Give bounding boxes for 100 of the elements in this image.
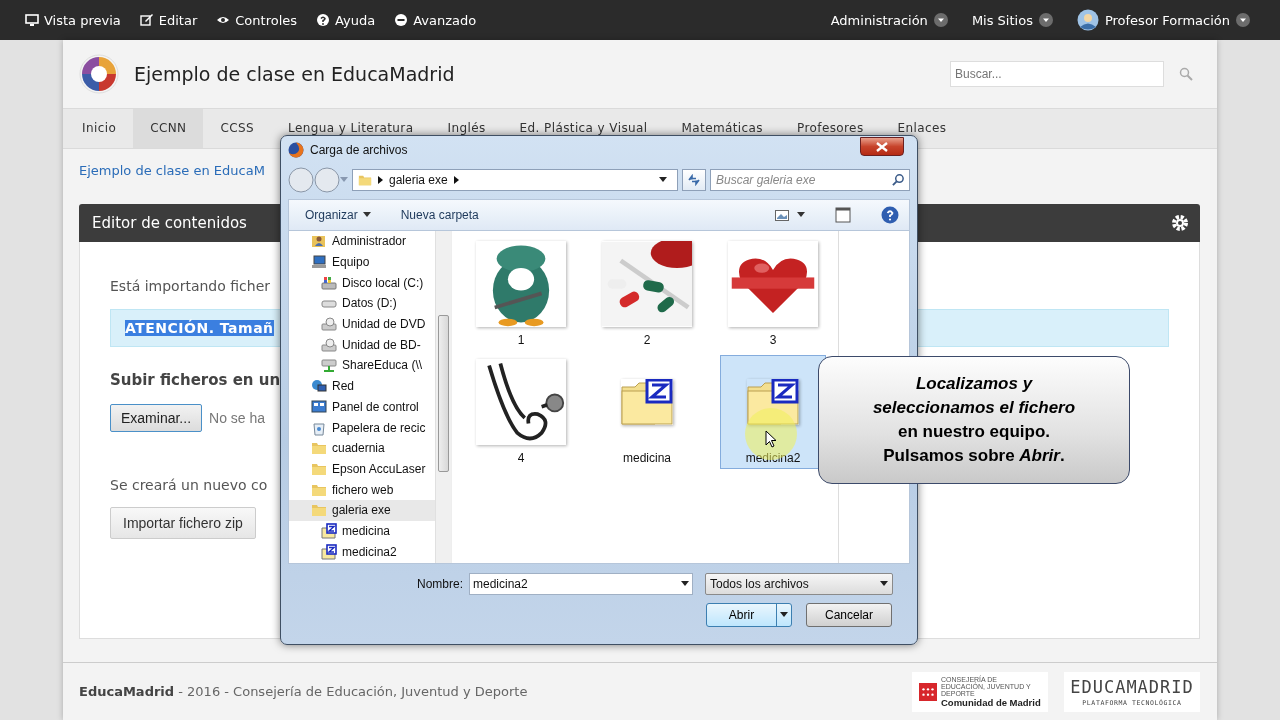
intro-text: Está importando ficher: [110, 278, 270, 295]
tree-item[interactable]: medicina2: [289, 541, 435, 562]
chevron-icon: [378, 176, 383, 184]
upload-heading: Subir ficheros en un: [110, 371, 281, 390]
tree-item[interactable]: Papelera de recic: [289, 417, 435, 438]
zip-file-icon: [321, 543, 337, 560]
network-icon: [311, 378, 327, 395]
nav-tab[interactable]: Inicio: [65, 109, 134, 148]
caret-icon[interactable]: [1038, 13, 1053, 27]
file-item[interactable]: 1: [468, 237, 574, 351]
tree-item[interactable]: galeria exe: [289, 499, 435, 521]
file-status: No se ha: [209, 410, 266, 427]
tree-item[interactable]: fichero web: [289, 479, 435, 500]
folder-icon: [311, 440, 327, 457]
dropdown-icon[interactable]: [780, 612, 788, 618]
path-segment[interactable]: galeria exe: [389, 173, 448, 187]
browse-button[interactable]: Examinar...: [110, 404, 203, 433]
zip-file-icon: [321, 522, 337, 539]
monitor-icon: [25, 13, 39, 27]
file-item[interactable]: 3: [720, 237, 826, 351]
tree-item[interactable]: Panel de control: [289, 396, 435, 418]
pane-icon[interactable]: [835, 207, 851, 223]
dropdown-icon[interactable]: [681, 581, 689, 587]
dialog-title: Carga de archivos: [310, 142, 408, 157]
tree-item[interactable]: Datos (D:): [289, 293, 435, 314]
tree-item[interactable]: cuadernia: [289, 437, 435, 459]
menu-link[interactable]: Vista previa: [44, 12, 121, 28]
disc-drive-icon: [321, 336, 337, 353]
minus-icon: [394, 13, 409, 27]
drive-icon: [321, 274, 337, 291]
file-name: 4: [517, 451, 525, 465]
help-icon: [316, 13, 331, 27]
import-button[interactable]: Importar fichero zip: [110, 507, 256, 540]
file-item[interactable]: medicina: [594, 355, 700, 469]
logo-icon: [79, 54, 119, 95]
user-menu[interactable]: Profesor Formación: [1104, 12, 1230, 28]
browser-icon: [288, 141, 304, 158]
menu-link[interactable]: Avanzado: [413, 12, 477, 28]
tree-item[interactable]: Administrador: [289, 231, 435, 252]
pencil-icon: [139, 13, 154, 27]
address-bar[interactable]: galeria exe: [352, 169, 678, 191]
file-name: medicina: [623, 451, 671, 465]
menu-link[interactable]: Controles: [235, 12, 298, 28]
tree-item[interactable]: Disco local (C:): [289, 272, 435, 294]
logo-text: Comunidad de Madrid: [941, 696, 1041, 708]
menu-button[interactable]: Organizar: [305, 208, 371, 222]
file-name: medicina2: [745, 451, 801, 465]
nav-tab[interactable]: CCSS: [203, 109, 272, 148]
file-item[interactable]: medicina2: [720, 355, 826, 469]
open-button[interactable]: Abrir: [706, 603, 792, 627]
panel-title: Editor de contenidos: [92, 214, 247, 233]
user-folder-icon: [311, 233, 327, 250]
close-button[interactable]: [860, 137, 904, 156]
file-item[interactable]: 4: [468, 355, 574, 469]
caret-icon[interactable]: [1236, 13, 1250, 27]
search-icon[interactable]: [892, 173, 905, 186]
tree-item[interactable]: Epson AccuLaser: [289, 458, 435, 480]
menu-link[interactable]: Mis Sitios: [971, 12, 1033, 28]
close-icon: [876, 141, 888, 152]
gear-icon[interactable]: [1171, 214, 1189, 233]
filename-field[interactable]: medicina2: [469, 573, 693, 595]
create-note: Se creará un nuevo co: [110, 477, 268, 494]
network-drive-icon: [321, 357, 337, 374]
tree-item[interactable]: Red: [289, 375, 435, 397]
tree-item[interactable]: ShareEduca (\\: [289, 355, 435, 376]
nav-tab[interactable]: Enlaces: [880, 109, 964, 148]
cancel-button[interactable]: Cancelar: [806, 603, 892, 627]
avatar-icon: [1076, 9, 1099, 31]
breadcrumb-link[interactable]: Ejemplo de clase en EducaM: [79, 163, 265, 179]
control-panel-icon: [311, 398, 327, 415]
dropdown-icon[interactable]: [880, 581, 888, 587]
caret-icon[interactable]: [797, 212, 805, 218]
nav-tab[interactable]: CCNN: [133, 109, 204, 148]
tree-item[interactable]: Equipo: [289, 251, 435, 273]
tree-item[interactable]: Unidad de DVD: [289, 313, 435, 335]
menu-link[interactable]: Ayuda: [335, 12, 376, 28]
file-name: 3: [769, 333, 777, 347]
logo-text: EDUCAMADRID: [1070, 676, 1194, 697]
zip-folder-icon: [747, 378, 799, 425]
help-icon[interactable]: [881, 206, 899, 224]
cursor-icon: [765, 430, 777, 448]
dropdown-icon[interactable]: [659, 177, 667, 183]
callout-text: Localizamos y seleccionamos el fichero en nuestro equipo. Pulsamos sobre Abrir.: [872, 373, 1076, 467]
caret-icon[interactable]: [362, 212, 371, 218]
file-type-select[interactable]: Todos los archivos: [705, 573, 893, 595]
toolbar-button[interactable]: Nueva carpeta: [400, 208, 479, 222]
file-item[interactable]: 2: [594, 237, 700, 351]
refresh-icon[interactable]: [687, 174, 701, 186]
search-field[interactable]: Buscar galeria exe: [710, 169, 910, 191]
notice-text: ATENCIÓN. Tamañ: [125, 320, 274, 337]
tree-item[interactable]: Unidad de BD-: [289, 334, 435, 356]
folder-icon: [311, 502, 327, 519]
menu-link[interactable]: Editar: [158, 12, 198, 28]
site-title: Ejemplo de clase en EducaMadrid: [134, 63, 456, 86]
menu-link[interactable]: Administración: [830, 12, 928, 28]
view-icon[interactable]: [775, 209, 789, 221]
computer-icon: [311, 254, 327, 271]
caret-icon[interactable]: [933, 13, 948, 27]
file-name: 2: [643, 333, 651, 347]
tree-item[interactable]: medicina: [289, 520, 435, 542]
